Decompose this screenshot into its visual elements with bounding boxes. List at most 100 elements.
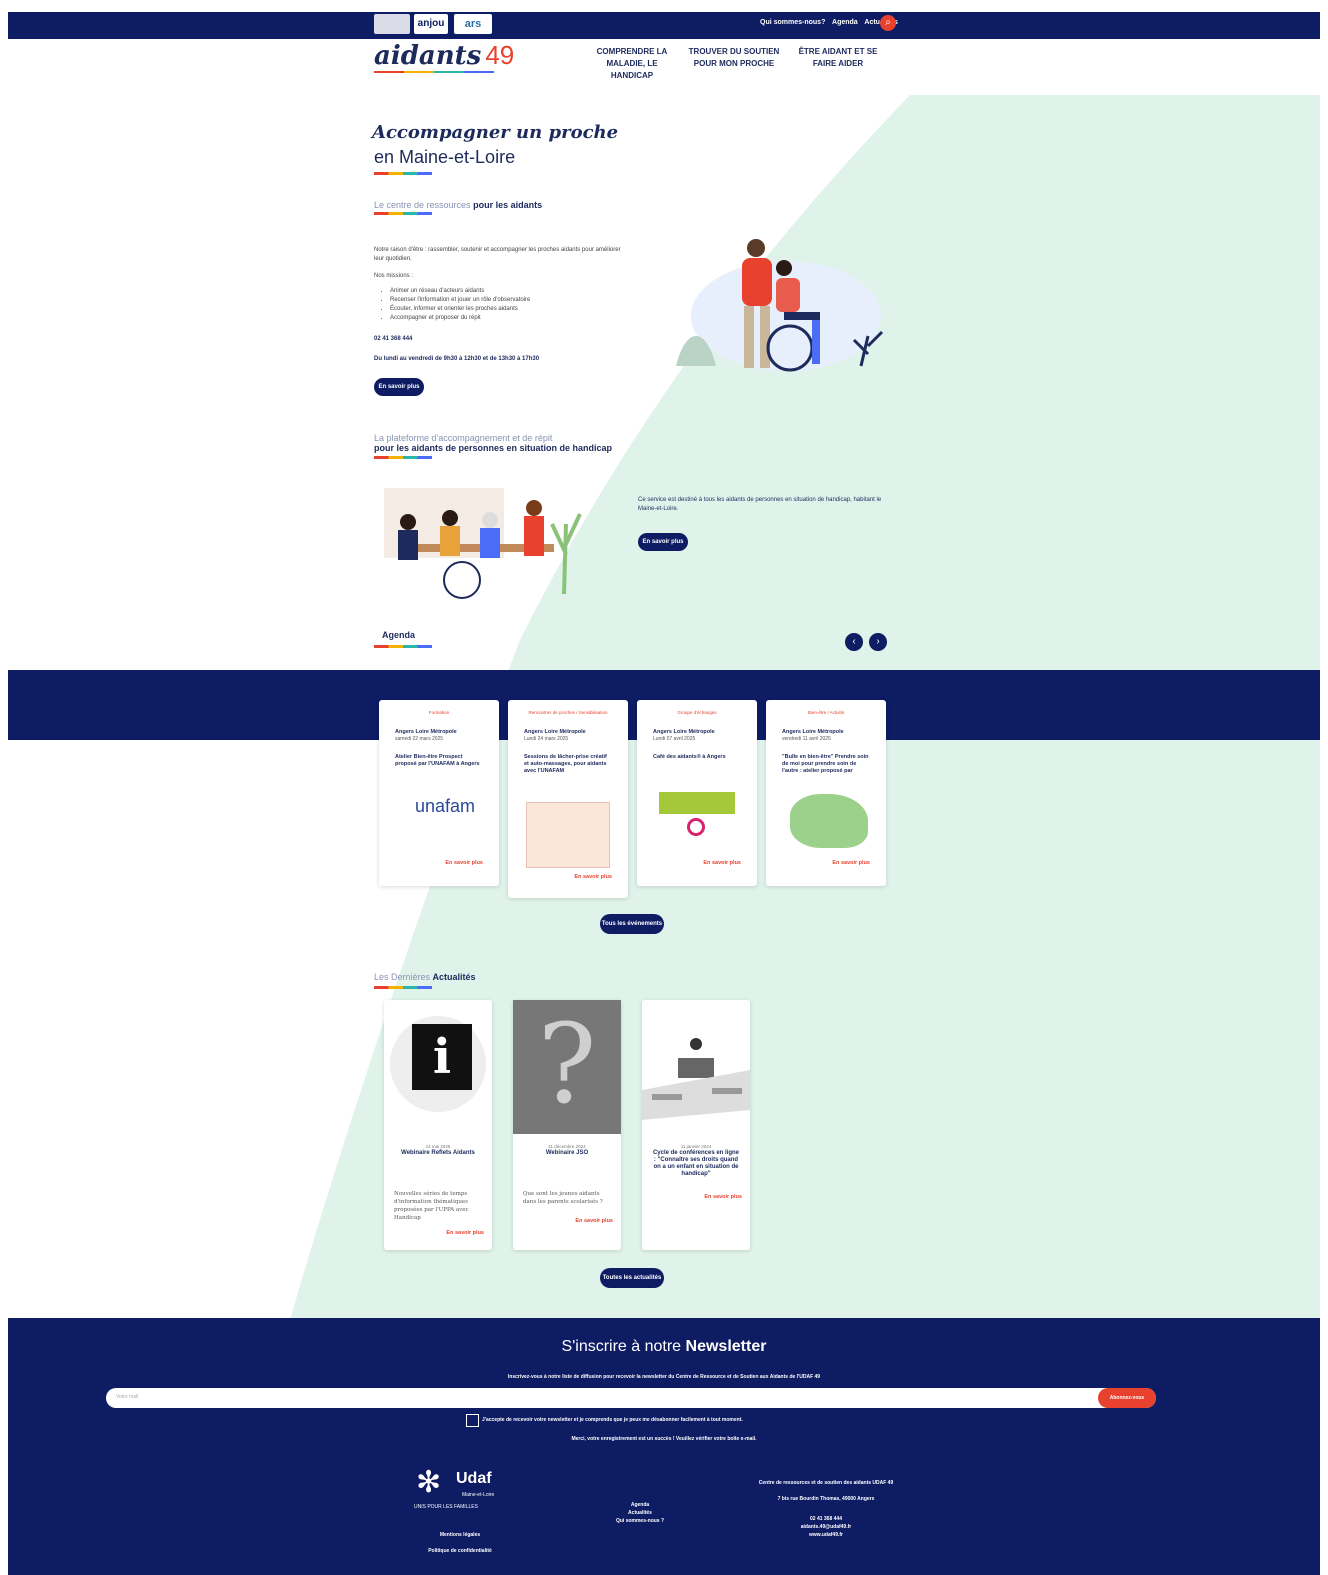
news-card-text: Que sont les jeunes aidants dans les par… — [523, 1191, 603, 1205]
menu-item-comprendre[interactable]: COMPRENDRE LA MALADIE, LE HANDICAP — [588, 46, 676, 82]
agenda-card-date: Lundi 07 avril 2025 — [653, 736, 696, 742]
news-card[interactable]: 11 janvier 2024 Cycle de conférences en … — [642, 1000, 750, 1250]
news-card-more-link[interactable]: En savoir plus — [446, 1230, 484, 1236]
menu-item-soutien[interactable]: TROUVER DU SOUTIEN POUR MON PROCHE — [682, 46, 786, 70]
search-icon[interactable]: ⌕ — [880, 15, 896, 31]
footer-legal-link[interactable]: Mentions légales — [400, 1532, 520, 1538]
footer-privacy-link[interactable]: Politique de confidentialité — [400, 1548, 520, 1554]
anjou-logo[interactable]: anjou — [414, 14, 448, 34]
cafe-banner-image — [659, 792, 735, 814]
news-card[interactable]: i 14 mai 2025 Webinaire Reflets Aidants … — [384, 1000, 492, 1250]
udaf-name: Udaf — [456, 1470, 492, 1487]
group-meeting-illustration — [384, 488, 582, 599]
mission-item: Accompagner et proposer du répit — [390, 314, 620, 323]
centre-section-title: Le centre de ressources pour les aidants — [374, 200, 542, 210]
department-logo[interactable] — [374, 14, 410, 34]
footer-phone[interactable]: 02 41 368 444 — [756, 1516, 896, 1522]
udaf-region: Maine-et-Loire — [462, 1492, 495, 1498]
all-events-button[interactable]: Tous les événements — [600, 914, 664, 934]
brand-logo[interactable]: aidants 49 — [374, 40, 514, 71]
news-card-text: Nouvelles séries de temps d'information … — [394, 1191, 469, 1221]
top-link-about[interactable]: Qui sommes-nous? — [760, 19, 825, 26]
caregiver-wheelchair-illustration — [676, 239, 884, 372]
agenda-card[interactable]: Formation Angers Loire Métropole samedi … — [379, 700, 499, 886]
agenda-card-place: Angers Loire Métropole — [653, 729, 715, 735]
footer-website[interactable]: www.udaf49.fr — [756, 1532, 896, 1538]
unafam-logo: unafam — [415, 796, 476, 816]
agenda-card-title: "Bulle en bien-être" Prendre soin de moi… — [782, 754, 869, 774]
centre-more-button[interactable]: En savoir plus — [374, 378, 424, 396]
agenda-card-tag: Bien-être / Activité — [807, 710, 845, 715]
ars-logo[interactable]: ars — [454, 14, 492, 34]
agenda-card-date: samedi 22 mars 2025 — [395, 736, 444, 742]
agenda-card-more-link[interactable]: En savoir plus — [832, 860, 870, 866]
news-card-more-link[interactable]: En savoir plus — [704, 1194, 742, 1200]
picnic-illustration — [790, 794, 868, 848]
newsletter-email-placeholder: Votre mail — [116, 1394, 139, 1400]
brand-number: 49 — [485, 40, 515, 70]
newsletter-description: Inscrivez-vous à notre liste de diffusio… — [507, 1374, 821, 1380]
agenda-card-more-link[interactable]: En savoir plus — [445, 860, 483, 866]
plateforme-underline — [374, 456, 432, 459]
centre-phone[interactable]: 02 41 368 444 — [374, 335, 412, 344]
mission-item: Animer un réseau d'acteurs aidants — [390, 287, 620, 296]
brand-word: aidants — [374, 41, 482, 71]
centre-missions-list: Animer un réseau d'acteurs aidants Recen… — [390, 287, 620, 323]
footer-link-about[interactable]: Qui sommes-nous ? — [580, 1518, 700, 1524]
footer-link-news[interactable]: Actualités — [580, 1510, 700, 1516]
agenda-card-place: Angers Loire Métropole — [524, 729, 586, 735]
agenda-card[interactable]: Groupe d'échanges Angers Loire Métropole… — [637, 700, 757, 886]
newsletter-consent-checkbox[interactable] — [466, 1414, 479, 1427]
top-link-agenda[interactable]: Agenda — [832, 19, 858, 26]
agenda-card-more-link[interactable]: En savoir plus — [574, 874, 612, 880]
newsletter-title-bold: Newsletter — [685, 1338, 767, 1355]
agenda-prev-button[interactable]: ‹ — [845, 633, 863, 651]
question-mark-icon: ? — [537, 1000, 597, 1128]
footer-link-agenda[interactable]: Agenda — [580, 1502, 700, 1508]
agenda-card[interactable]: Rencontres de proches / Sensibilisation … — [508, 700, 628, 898]
agenda-card-place: Angers Loire Métropole — [395, 729, 457, 735]
plateforme-title-bold: pour les aidants de personnes en situati… — [374, 443, 613, 453]
plateforme-section-title: La plateforme d'accompagnement et de rép… — [374, 433, 674, 453]
agenda-card-tag: Groupe d'échanges — [677, 710, 717, 715]
centre-missions-label: Nos missions : — [374, 273, 414, 279]
news-card-date: 11 janvier 2024 — [680, 1144, 712, 1149]
plateforme-title-light: La plateforme d'accompagnement et de rép… — [374, 433, 553, 443]
hero-underline — [374, 172, 432, 175]
newsletter-title: S'inscrire à notre Newsletter — [8, 1338, 1320, 1356]
udaf-tagline: UNIS POUR LES FAMILLES — [414, 1504, 478, 1510]
footer-email[interactable]: aidants.49@udaf49.fr — [756, 1524, 896, 1530]
agenda-card-more-link[interactable]: En savoir plus — [703, 860, 741, 866]
centre-title-bold: pour les aidants — [473, 200, 543, 210]
info-icon: i — [412, 1024, 472, 1090]
plateforme-more-button[interactable]: En savoir plus — [638, 533, 688, 551]
agenda-card-tag: Formation — [428, 710, 450, 715]
all-news-button[interactable]: Toutes les actualités — [600, 1268, 664, 1288]
udaf-star-icon: ✻ — [416, 1466, 442, 1499]
news-card-date: 11 décembre 2024 — [548, 1144, 586, 1149]
news-card-title: Webinaire Reflets Aidants — [401, 1150, 475, 1156]
news-card[interactable]: ? 11 décembre 2024 Webinaire JSO Que son… — [513, 1000, 621, 1250]
newsletter-subscribe-button[interactable]: Abonnez-vous — [1098, 1388, 1156, 1408]
agenda-underline — [374, 645, 432, 648]
agenda-card-title: Atelier Bien-être Prospect proposé par l… — [395, 754, 480, 767]
news-card-title: Cycle de conférences en ligne : "Connaît… — [652, 1150, 740, 1177]
udaf-logo[interactable]: ✻ Udaf Maine-et-Loire UNIS POUR LES FAMI… — [412, 1468, 522, 1516]
agenda-card-title: Café des aidants® à Angers — [653, 754, 726, 760]
centre-underline — [374, 212, 432, 215]
newsletter-email-input[interactable]: Votre mail — [106, 1388, 1156, 1408]
news-underline — [374, 986, 432, 989]
newsletter-title-light: S'inscrire à notre — [561, 1338, 682, 1355]
footer-address: 7 bis rue Bourdin Thomas, 49000 Angers — [777, 1496, 875, 1502]
top-bar: anjou ars Qui sommes-nous? Agenda Actual… — [8, 12, 1320, 39]
location-pin-icon — [687, 818, 705, 836]
agenda-card[interactable]: Bien-être / Activité Angers Loire Métrop… — [766, 700, 886, 886]
agenda-next-button[interactable]: › — [869, 633, 887, 651]
agenda-card-place: Angers Loire Métropole — [782, 729, 844, 735]
centre-title-light: Le centre de ressources — [374, 200, 471, 210]
agenda-card-tag: Rencontres de proches / Sensibilisation — [528, 710, 608, 715]
news-card-more-link[interactable]: En savoir plus — [575, 1218, 613, 1224]
menu-item-etre-aidant[interactable]: ÊTRE AIDANT ET SE FAIRE AIDER — [792, 46, 884, 70]
centre-hours: Du lundi au vendredi de 9h30 à 12h30 et … — [374, 356, 540, 362]
newsletter-consent-text: J'accepte de recevoir votre newsletter e… — [482, 1417, 743, 1423]
